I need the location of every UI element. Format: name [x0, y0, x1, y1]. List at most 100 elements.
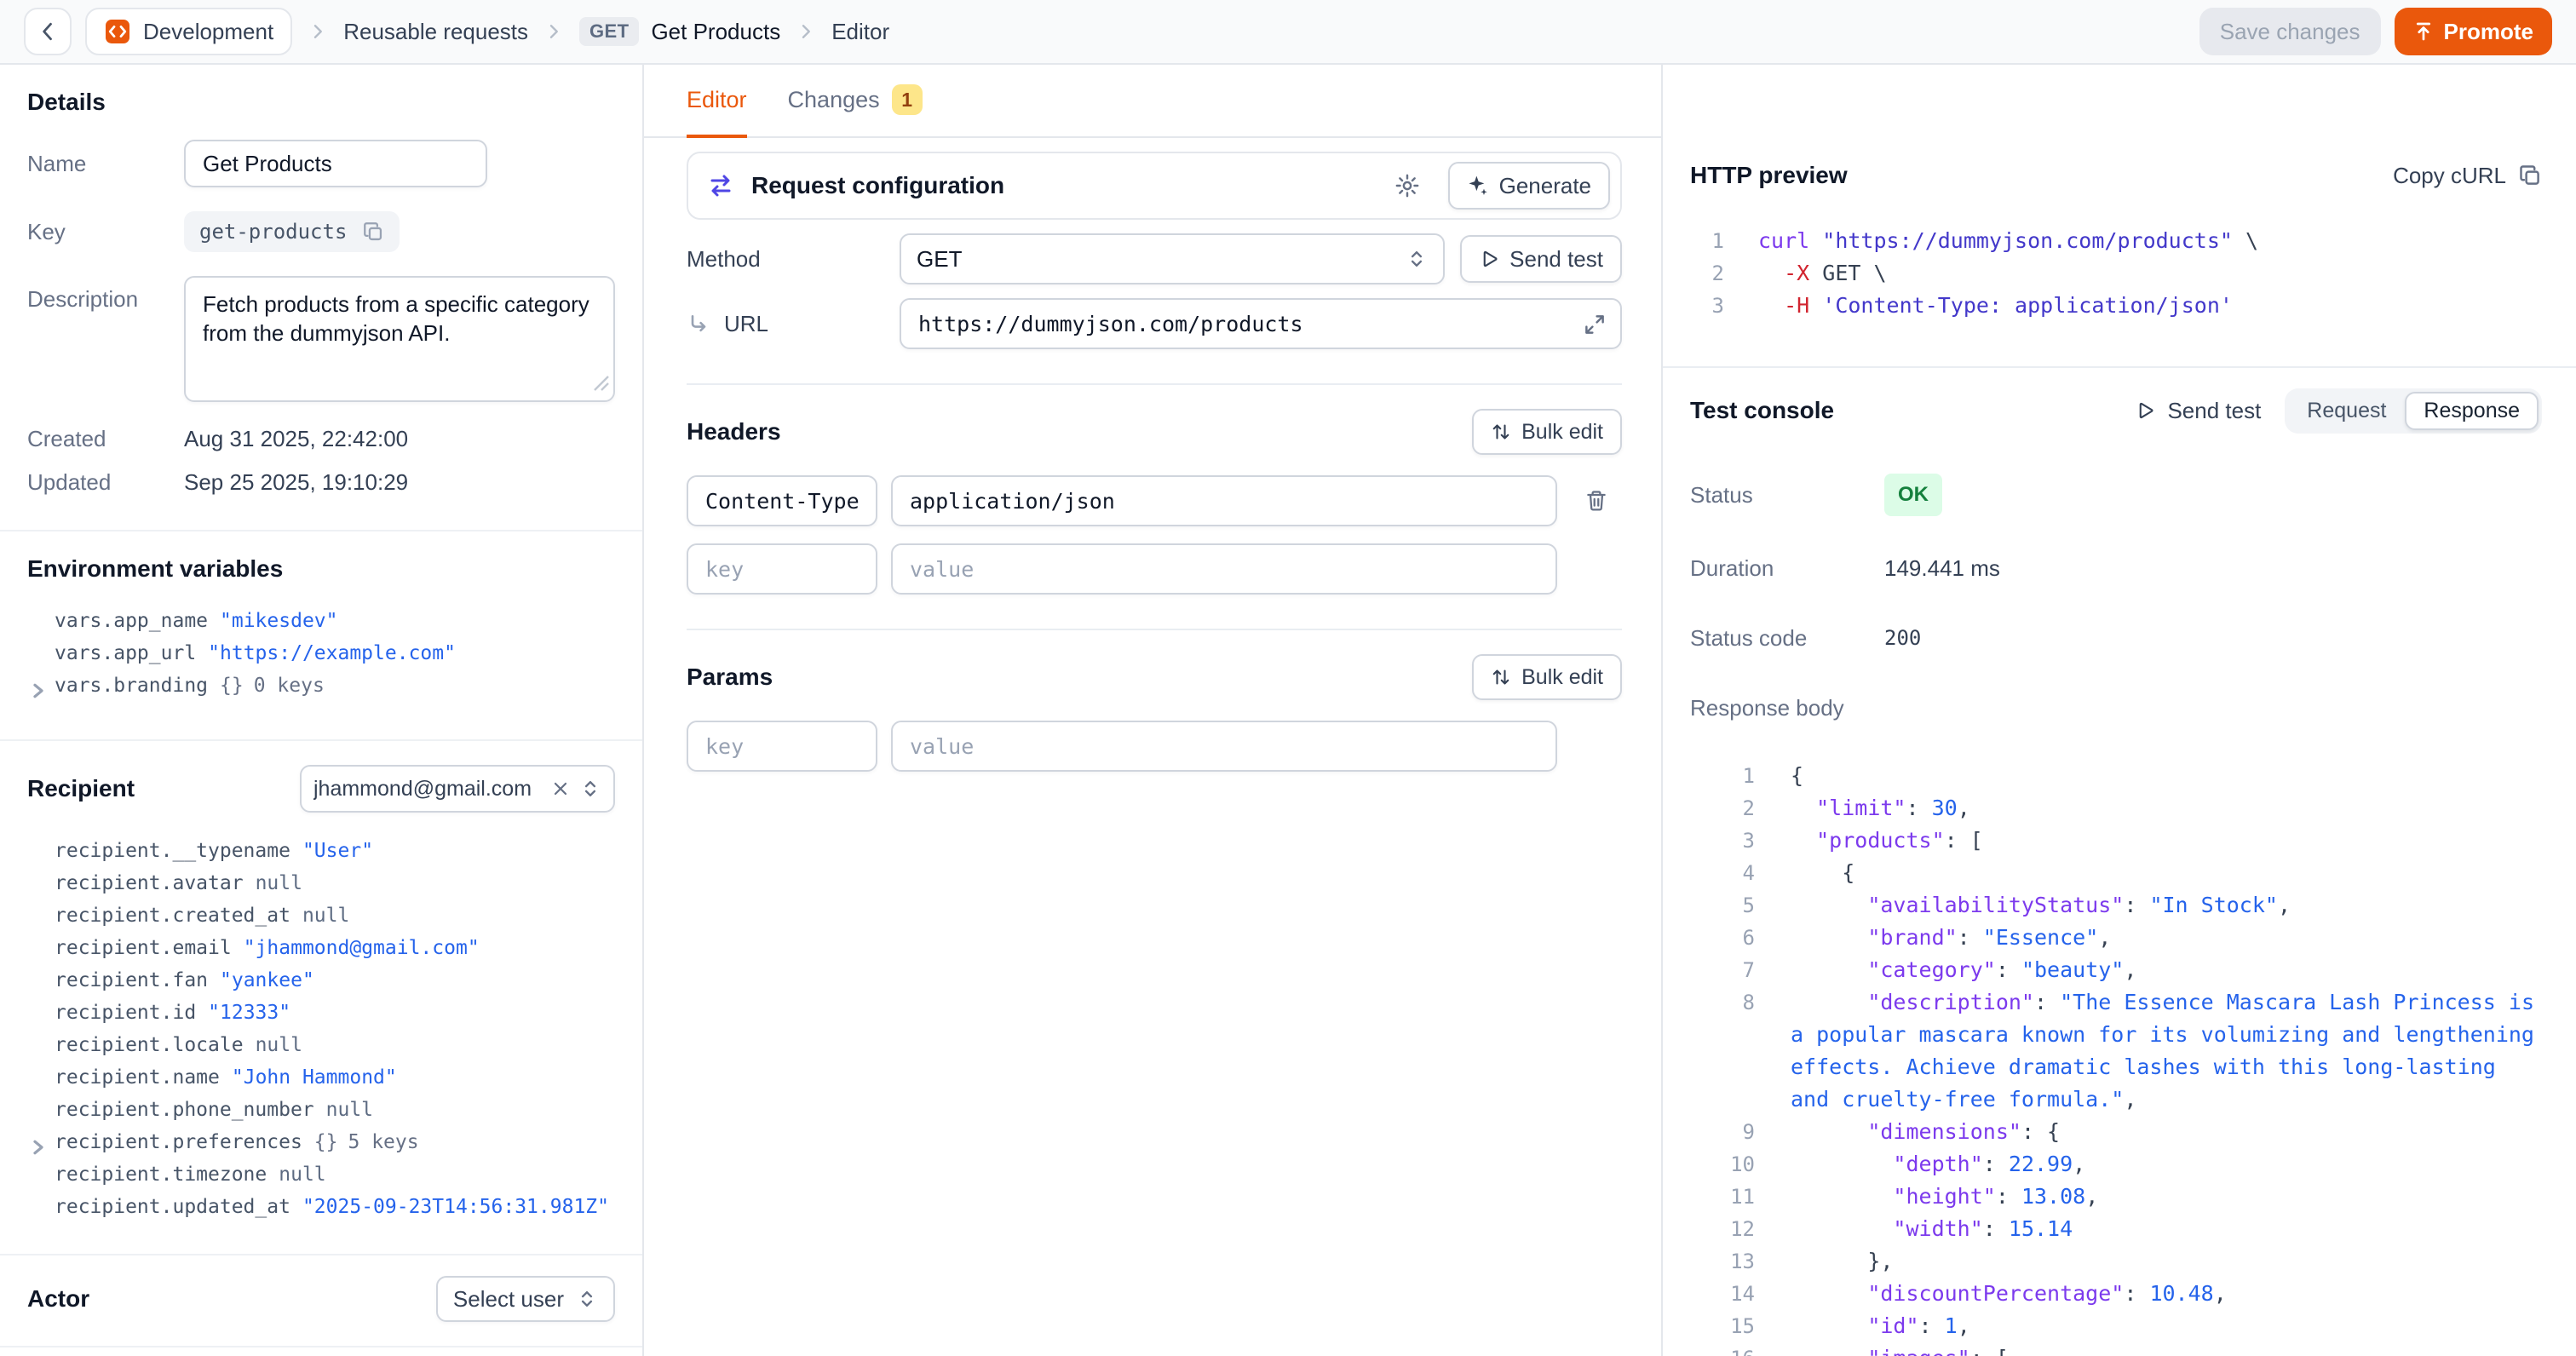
expand-icon[interactable]: [1583, 312, 1607, 343]
details-title: Details: [27, 89, 615, 116]
code-line: 15 "id": 1,: [1690, 1310, 2542, 1342]
description-textarea[interactable]: Fetch products from a specific category …: [184, 276, 615, 402]
promote-label: Promote: [2444, 19, 2533, 45]
bulk-edit-icon: [1491, 422, 1511, 442]
actor-title: Actor: [27, 1285, 89, 1313]
code-line: 13 },: [1690, 1245, 2542, 1278]
recipient-variables-list: recipient.__typename"User"recipient.avat…: [27, 835, 615, 1223]
url-label-text: URL: [724, 311, 768, 337]
divider: [1663, 366, 2576, 368]
status-row: Status OK: [1690, 474, 2542, 516]
chevron-up-down-icon: [579, 778, 601, 800]
code-text: "discountPercentage": 10.48,: [1791, 1278, 2542, 1310]
toggle-response[interactable]: Response: [2405, 392, 2539, 430]
swap-arrows-icon: [707, 172, 734, 199]
variable-value: "https://example.com": [208, 642, 456, 664]
line-number: 7: [1690, 954, 1755, 986]
code-text: "depth": 22.99,: [1791, 1148, 2542, 1181]
variable-row: recipient.localenull: [27, 1029, 615, 1061]
recipient-title: Recipient: [27, 775, 135, 802]
topbar: Development Reusable requests GET Get Pr…: [0, 0, 2576, 65]
console-send-test-button[interactable]: Send test: [2135, 398, 2261, 424]
code-line: 9 "dimensions": {: [1690, 1116, 2542, 1148]
settings-gear-button[interactable]: [1383, 162, 1431, 210]
details-section: Details Name Key get-products Descripti: [0, 65, 642, 530]
headers-bulk-edit-button[interactable]: Bulk edit: [1472, 409, 1622, 455]
code-line: 10 "depth": 22.99,: [1690, 1148, 2542, 1181]
environment-selector[interactable]: Development: [85, 8, 292, 55]
breadcrumb-reusable-requests[interactable]: Reusable requests: [343, 19, 528, 45]
recipient-header: Recipient jhammond@gmail.com: [27, 765, 615, 813]
code-text: "brand": "Essence",: [1791, 922, 2542, 954]
line-number: 13: [1690, 1245, 1755, 1278]
send-test-button[interactable]: Send test: [1460, 235, 1622, 283]
variable-row[interactable]: recipient.preferences{}5 keys: [27, 1126, 615, 1158]
line-number: 9: [1690, 1116, 1755, 1148]
tab-bar: Editor Changes 1: [644, 65, 1661, 138]
actor-select[interactable]: Select user: [436, 1276, 615, 1322]
variable-value: null: [326, 1099, 373, 1121]
back-button[interactable]: [24, 8, 72, 55]
line-number: 12: [1690, 1213, 1755, 1245]
param-empty-row: [687, 721, 1622, 772]
duration-row: Duration 149.441 ms: [1690, 550, 2542, 586]
resize-handle[interactable]: [593, 367, 610, 399]
line-number: 11: [1690, 1181, 1755, 1213]
breadcrumb-request: GET Get Products: [579, 17, 780, 46]
actor-select-label: Select user: [453, 1286, 564, 1313]
request-configuration-title: Request configuration: [751, 172, 1004, 199]
key-label: Key: [27, 219, 184, 245]
variable-key: recipient.created_at: [55, 905, 290, 927]
param-new-value-input[interactable]: [891, 721, 1557, 772]
header-new-key-input[interactable]: [687, 543, 877, 595]
line-number: 3: [1690, 825, 1755, 857]
sparkle-icon: [1467, 175, 1489, 197]
line-number: 10: [1690, 1148, 1755, 1181]
header-new-value-input[interactable]: [891, 543, 1557, 595]
header-value-input[interactable]: [891, 475, 1557, 526]
url-input[interactable]: [900, 298, 1622, 349]
toggle-request[interactable]: Request: [2288, 392, 2405, 430]
promote-button[interactable]: Promote: [2395, 8, 2552, 55]
request-configuration-card: Request configuration Generate: [687, 152, 1622, 220]
code-line: 11 "height": 13.08,: [1690, 1181, 2542, 1213]
method-select[interactable]: GET: [900, 233, 1445, 284]
variable-key: recipient.phone_number: [55, 1099, 314, 1121]
tab-changes[interactable]: Changes 1: [788, 65, 923, 138]
editor-content: Request configuration Generate Method: [644, 138, 1661, 789]
variable-row: recipient.phone_number null: [27, 1094, 615, 1126]
copy-icon[interactable]: [362, 221, 384, 243]
recipient-select[interactable]: jhammond@gmail.com: [300, 765, 615, 813]
variable-key: recipient.preferences: [55, 1131, 302, 1153]
breadcrumb-request-name[interactable]: Get Products: [651, 19, 780, 45]
variable-key: recipient.avatar: [55, 872, 244, 894]
variable-key: vars.app_url: [55, 642, 196, 664]
line-number: 6: [1690, 922, 1755, 954]
header-key-input[interactable]: [687, 475, 877, 526]
name-input[interactable]: [184, 140, 487, 187]
variable-key: recipient.fan: [55, 969, 208, 991]
code-text: "width": 15.14: [1791, 1213, 2542, 1245]
tab-editor[interactable]: Editor: [687, 65, 747, 138]
console-send-test-label: Send test: [2167, 398, 2261, 424]
variable-row[interactable]: vars.branding{}0 keys: [27, 669, 615, 702]
params-bulk-edit-button[interactable]: Bulk edit: [1472, 654, 1622, 700]
environment-variables-list: vars.app_name"mikesdev"vars.app_url"http…: [27, 605, 615, 702]
copy-curl-button[interactable]: Copy cURL: [2393, 163, 2542, 189]
method-value: GET: [917, 246, 962, 273]
variable-key: vars.app_name: [55, 610, 208, 632]
generate-label: Generate: [1499, 173, 1591, 199]
param-new-key-input[interactable]: [687, 721, 877, 772]
chevron-right-icon[interactable]: [31, 676, 46, 709]
clear-icon[interactable]: [550, 779, 571, 799]
generate-button[interactable]: Generate: [1448, 162, 1610, 210]
save-changes-button[interactable]: Save changes: [2199, 8, 2381, 55]
delete-header-button[interactable]: [1571, 475, 1622, 526]
code-line: 1curl "https://dummyjson.com/products" \: [1690, 225, 2542, 257]
variable-value: "yankee": [220, 969, 314, 991]
line-number: 4: [1690, 857, 1755, 889]
variable-key-count: 0 keys: [254, 675, 325, 697]
line-number: 15: [1690, 1310, 1755, 1342]
variable-value: "jhammond@gmail.com": [244, 937, 480, 959]
key-value: get-products: [199, 220, 347, 244]
